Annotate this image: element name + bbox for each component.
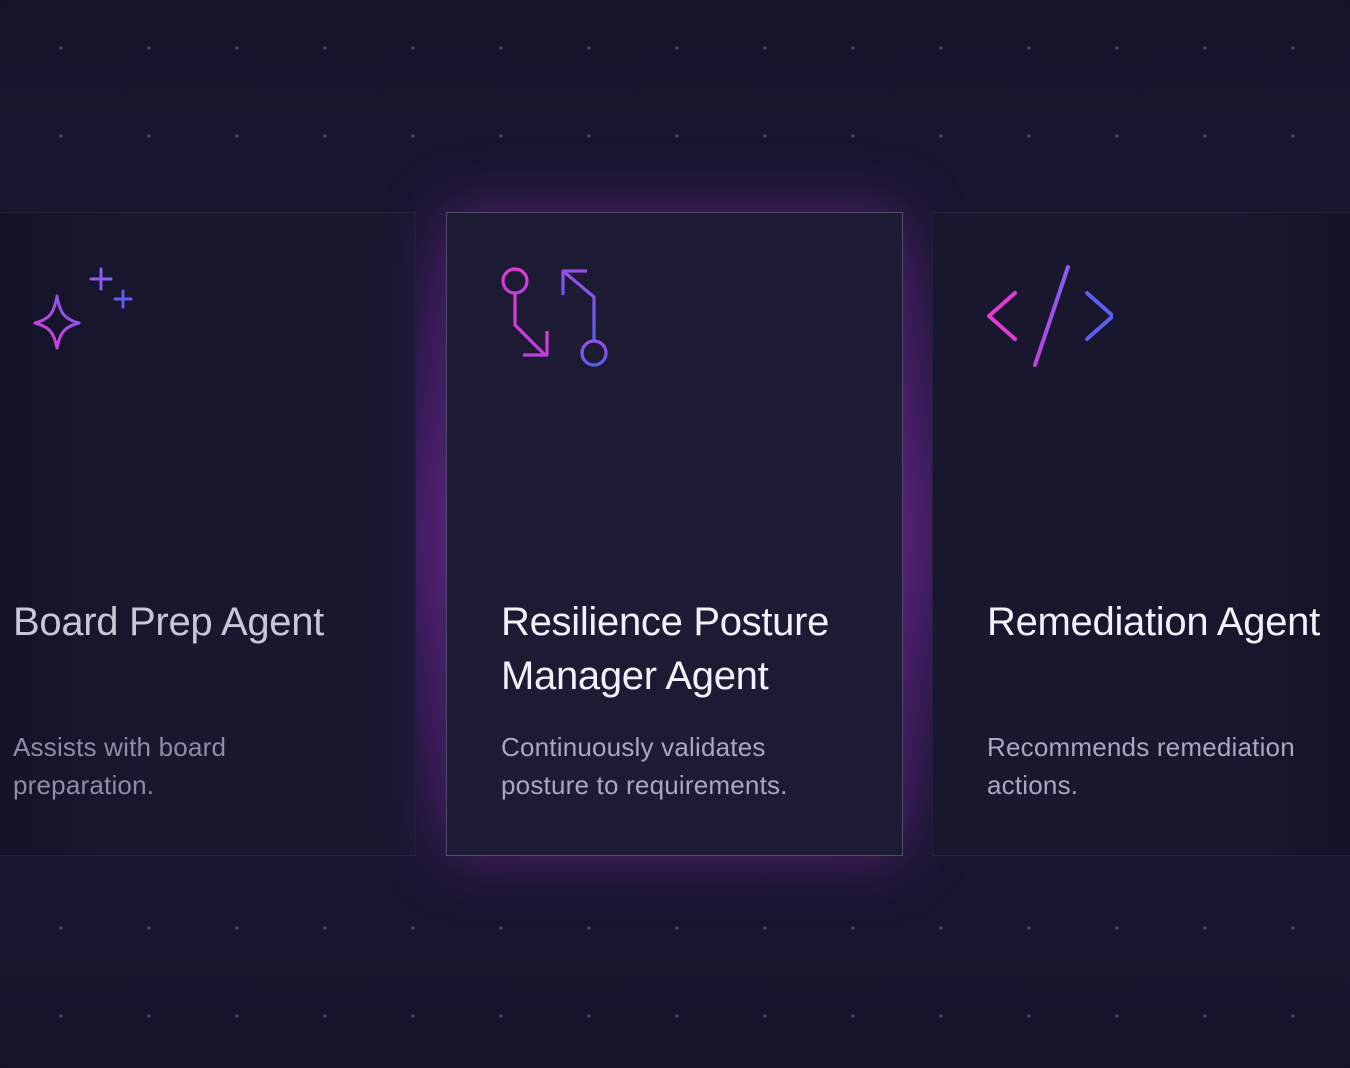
card-title: Board Prep Agent: [13, 600, 324, 644]
dot-grid-bottom: [0, 880, 1350, 1068]
card-title: Resilience Posture Manager Agent: [501, 600, 830, 698]
card-description: Assists with board preparation.: [13, 732, 227, 800]
sparkle-icon: [33, 267, 133, 350]
agent-card-resilience-posture-manager[interactable]: Resilience Posture Manager Agent Continu…: [446, 212, 903, 856]
agent-card-remediation[interactable]: Remediation Agent Recommends remediation…: [932, 212, 1350, 856]
dot-grid-top: [0, 0, 1350, 200]
card-description: Continuously validates posture to requir…: [501, 732, 788, 800]
agent-card-board-prep[interactable]: Board Prep Agent Assists with board prep…: [0, 212, 416, 856]
agents-carousel: Board Prep Agent Assists with board prep…: [0, 0, 1350, 1068]
code-icon: [987, 265, 1113, 367]
card-description: Recommends remediation actions.: [987, 732, 1295, 800]
git-compare-icon: [501, 267, 608, 367]
card-title: Remediation Agent: [987, 600, 1320, 644]
